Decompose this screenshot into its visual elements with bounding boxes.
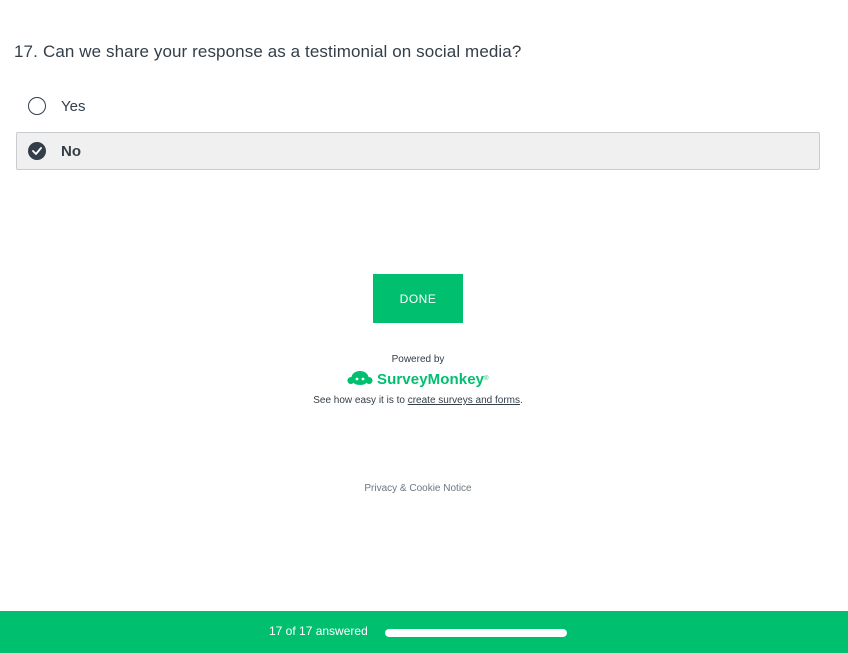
progress-footer: 17 of 17 answered xyxy=(0,611,848,653)
tagline: See how easy it is to create surveys and… xyxy=(0,395,836,406)
survey-page: 17. Can we share your response as a testi… xyxy=(0,0,848,653)
question-text: Can we share your response as a testimon… xyxy=(42,42,522,61)
option-yes-label: Yes xyxy=(61,97,86,115)
option-no[interactable]: No xyxy=(16,132,820,170)
brand-name: SurveyMonkey xyxy=(377,370,485,388)
radio-checked-icon[interactable] xyxy=(28,142,46,160)
powered-by-text: Powered by xyxy=(391,354,445,365)
tagline-suffix: . xyxy=(519,395,523,406)
option-no-label: No xyxy=(61,142,81,160)
progress-bar xyxy=(385,629,567,637)
progress-text: 17 of 17 answered xyxy=(269,624,368,638)
question-title: 17. Can we share your response as a testi… xyxy=(14,42,521,62)
done-button[interactable]: DONE xyxy=(373,274,463,323)
tagline-prefix: See how easy it is to xyxy=(313,395,405,406)
privacy-cookie-link[interactable]: Privacy & Cookie Notice xyxy=(364,483,471,494)
option-yes[interactable]: Yes xyxy=(16,87,820,125)
monkey-logo-icon xyxy=(346,368,374,391)
surveymonkey-logo[interactable]: SurveyMonkey ® xyxy=(346,368,489,390)
create-surveys-link[interactable]: create surveys and forms xyxy=(408,395,520,406)
question-number: 17. xyxy=(14,42,38,61)
privacy-footer: Privacy & Cookie Notice xyxy=(0,483,836,494)
brand-registered-mark: ® xyxy=(484,376,489,382)
radio-unchecked-icon[interactable] xyxy=(28,97,46,115)
progress-bar-fill xyxy=(385,629,567,637)
